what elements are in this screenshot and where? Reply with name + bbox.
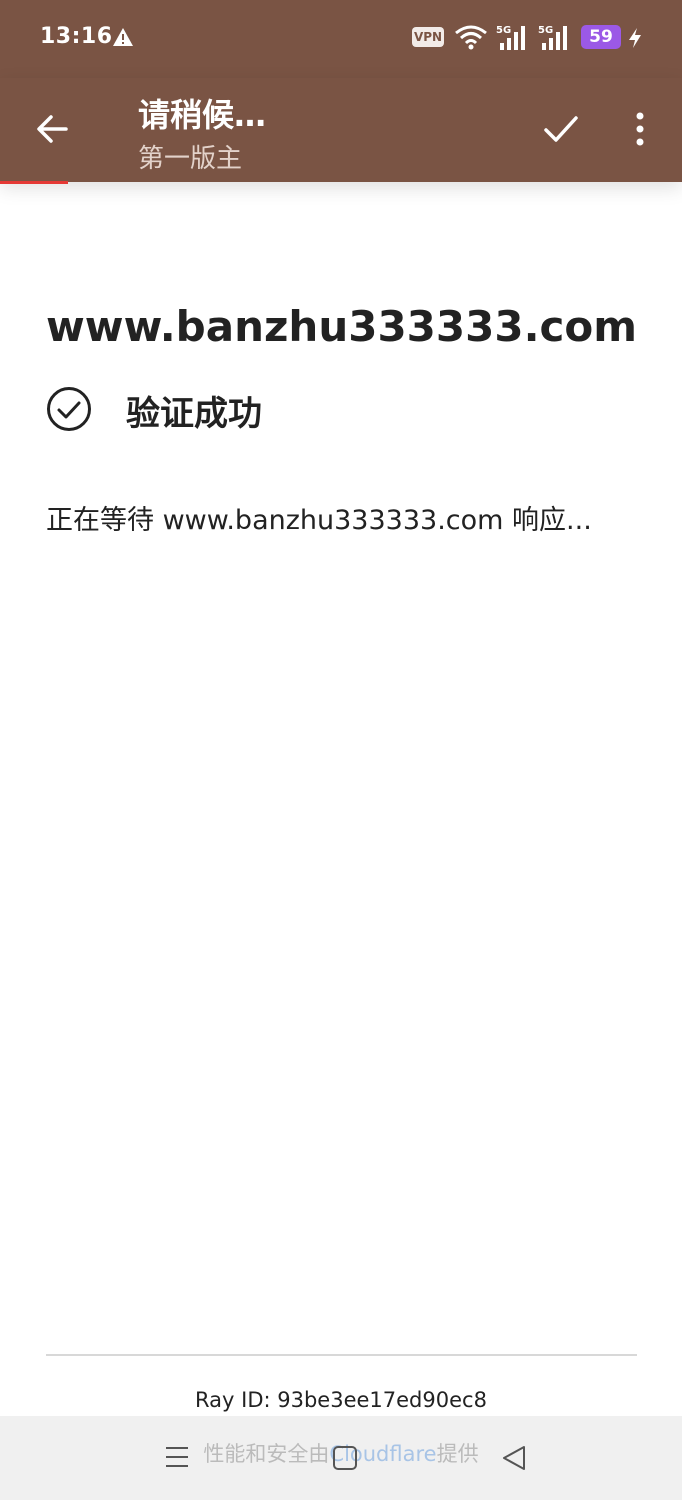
back-arrow-icon[interactable] bbox=[30, 106, 76, 152]
signal-5g-icon: 5G bbox=[496, 25, 525, 50]
svg-text:5G: 5G bbox=[496, 25, 511, 36]
more-vert-icon[interactable] bbox=[622, 106, 658, 152]
battery-indicator: 59 bbox=[581, 25, 621, 49]
app-bar: 请稍候… 第一版主 bbox=[0, 78, 682, 182]
verification-status-text: 验证成功 bbox=[126, 394, 262, 434]
page-subtitle: 第一版主 bbox=[138, 144, 243, 174]
page-load-progress-bar bbox=[0, 181, 682, 184]
status-time: 13:16 bbox=[40, 24, 113, 49]
cloudflare-suffix: 提供 bbox=[436, 1442, 479, 1466]
warning-icon bbox=[113, 28, 133, 46]
status-bar: 13:16 VPN 5G 5G 59 bbox=[0, 0, 682, 78]
site-domain-heading: www.banzhu333333.com bbox=[46, 302, 638, 351]
back-triangle-icon[interactable] bbox=[500, 1444, 528, 1472]
menu-icon[interactable] bbox=[164, 1444, 190, 1470]
charging-bolt-icon bbox=[629, 28, 641, 48]
signal-5g-icon: 5G bbox=[538, 25, 567, 50]
waiting-message: 正在等待 www.banzhu333333.com 响应... bbox=[46, 505, 592, 536]
vpn-badge: VPN bbox=[412, 27, 444, 47]
footer-divider bbox=[46, 1354, 637, 1356]
wifi-icon bbox=[455, 25, 487, 50]
ray-id: Ray ID: 93be3ee17ed90ec8 bbox=[195, 1388, 487, 1412]
cloudflare-prefix: 性能和安全由 bbox=[203, 1442, 330, 1466]
checkmark-icon[interactable] bbox=[538, 106, 584, 152]
svg-text:5G: 5G bbox=[538, 25, 553, 36]
check-circle-icon bbox=[47, 387, 91, 431]
page-title: 请稍候… bbox=[138, 96, 267, 134]
progress-fill bbox=[0, 181, 68, 184]
home-icon[interactable] bbox=[332, 1444, 358, 1472]
